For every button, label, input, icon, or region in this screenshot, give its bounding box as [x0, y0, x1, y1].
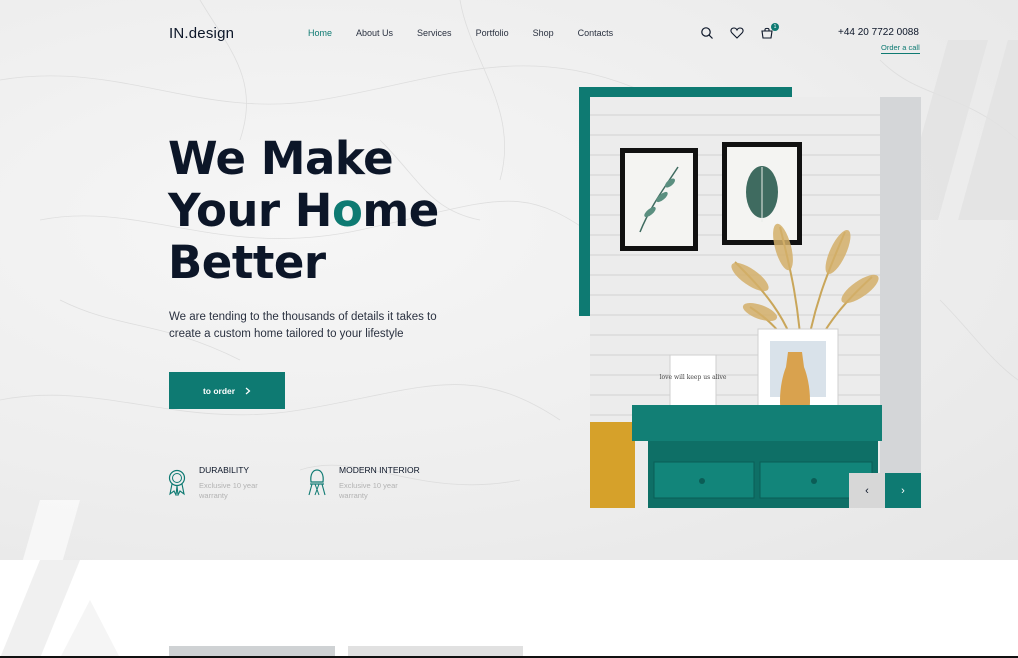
feature-description: Exclusive 10 year warranty — [199, 481, 258, 500]
chevron-right-icon — [245, 387, 251, 394]
feature-description: Exclusive 10 year warranty — [339, 481, 398, 500]
hero-headline: We Make Your Home Better — [168, 133, 439, 289]
decorative-shape-left — [22, 500, 80, 560]
chair-icon — [308, 469, 326, 496]
main-nav: Home About Us Services Portfolio Shop Co… — [308, 28, 637, 38]
headline-accent-o: o — [331, 184, 363, 237]
headline-line-2b: me — [362, 184, 439, 237]
decorative-shape-lower — [0, 560, 120, 658]
cart-icon[interactable]: 1 — [760, 23, 779, 40]
feature-title: DURABILITY — [199, 465, 250, 475]
to-order-button[interactable]: to order — [169, 372, 285, 409]
hero-interior-photo: love will keep us alive — [590, 97, 921, 508]
hero-subtext: We are tending to the thousands of detai… — [169, 311, 437, 340]
nav-home[interactable]: Home — [308, 28, 332, 38]
slider-prev-button[interactable]: ‹ — [849, 473, 885, 508]
nav-about-us[interactable]: About Us — [356, 28, 393, 38]
nav-services[interactable]: Services — [417, 28, 452, 38]
interior-illustration: love will keep us alive — [590, 97, 921, 508]
nav-shop[interactable]: Shop — [533, 28, 554, 38]
phone-number[interactable]: +44 20 7722 0088 — [838, 27, 919, 38]
feature-title: MODERN INTERIOR — [339, 465, 420, 475]
to-order-label: to order — [202, 385, 236, 396]
headline-line-2a: Your H — [168, 184, 332, 237]
headline-line-3: Better — [168, 236, 326, 289]
header-icons: 1 — [700, 23, 779, 40]
order-call-link[interactable]: Order a call — [881, 43, 920, 54]
headline-line-1: We Make — [168, 132, 394, 185]
nav-portfolio[interactable]: Portfolio — [476, 28, 509, 38]
cart-count-badge: 1 — [771, 23, 779, 31]
search-icon[interactable] — [700, 26, 714, 40]
nav-contacts[interactable]: Contacts — [578, 28, 614, 38]
logo[interactable]: IN.design — [169, 25, 234, 42]
photo-card-text: love will keep us alive — [660, 374, 727, 381]
slider-next-button[interactable]: › — [885, 473, 921, 508]
heart-icon[interactable] — [730, 26, 744, 40]
award-badge-icon — [168, 469, 186, 496]
hero-section: IN.design Home About Us Services Portfol… — [0, 0, 1018, 560]
